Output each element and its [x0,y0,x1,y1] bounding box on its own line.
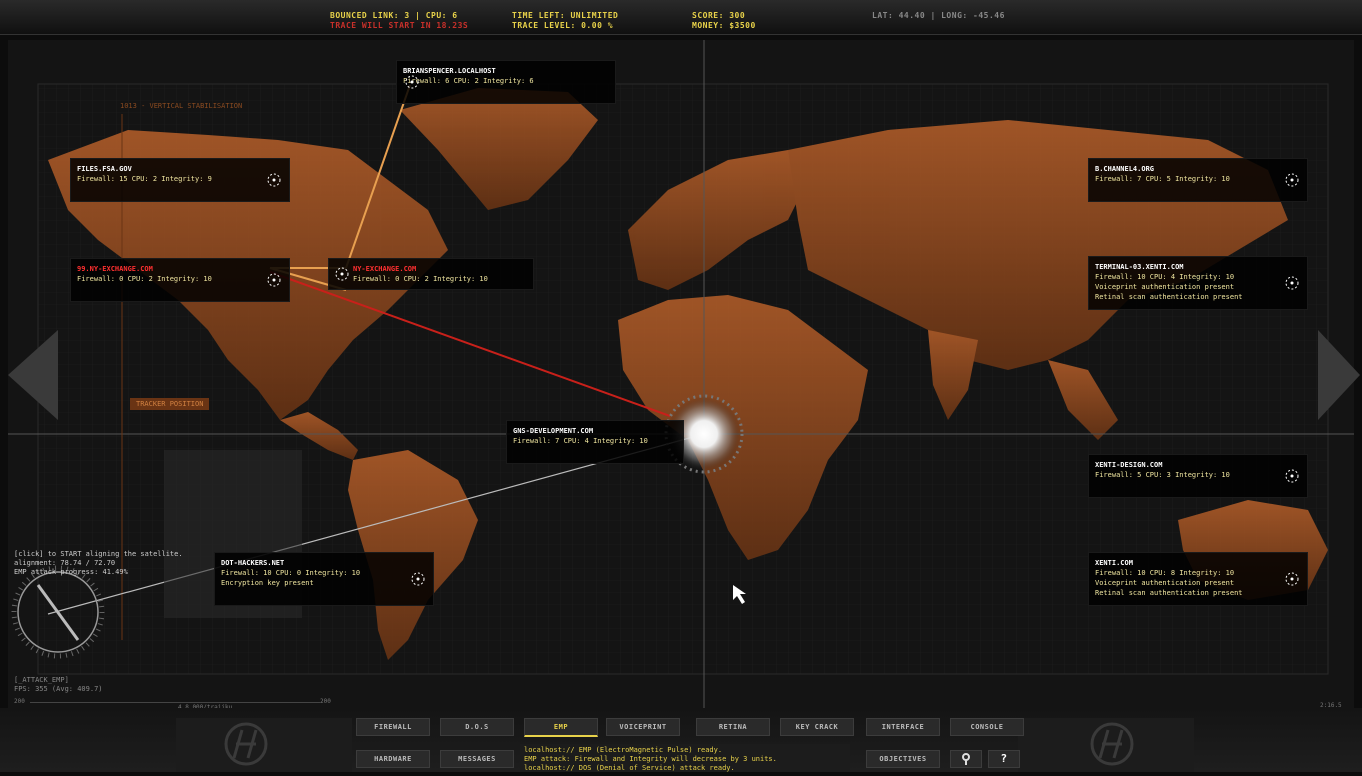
satellite-alignment: alignment: 78.74 / 72.70 [14,559,116,567]
objectives-button[interactable]: OBJECTIVES [866,750,940,768]
host-99-ny-exchange[interactable]: 99.NY-EXCHANGE.COM Firewall: 0 CPU: 2 In… [70,258,290,302]
hint-button[interactable] [950,750,982,768]
target-icon[interactable] [1283,171,1301,189]
trace-level-text: TRACE LEVEL: 0.00 % [512,21,614,30]
help-button[interactable]: ? [988,750,1020,768]
host-stats: Firewall: 7 CPU: 5 Integrity: 10 [1095,175,1230,183]
host-name: XENTI.COM [1095,559,1133,567]
debug-status: [_ATTACK_EMP] FPS: 355 (Avg: 409.7) [14,676,103,694]
coordinates-text: LAT: 44.40 | LONG: -45.46 [872,11,1005,20]
host-stats: Firewall: 6 CPU: 2 Integrity: 6 [403,77,534,85]
dos-button[interactable]: D.O.S [440,718,514,736]
satellite-instruction: [click] to START aligning the satellite. [14,550,183,558]
attack-mode: [_ATTACK_EMP] [14,676,69,684]
target-icon[interactable] [265,171,283,189]
emp-button[interactable]: EMP [524,718,598,737]
satellite-info: [click] to START aligning the satellite.… [14,550,183,577]
host-feature: Retinal scan authentication present [1095,293,1243,301]
target-icon[interactable] [265,271,283,289]
target-icon[interactable] [403,73,421,91]
key-icon [962,753,970,765]
host-stats: Firewall: 0 CPU: 2 Integrity: 10 [77,275,212,283]
host-name: 99.NY-EXCHANGE.COM [77,265,153,273]
console-log: localhost:// EMP (ElectroMagnetic Pulse)… [520,744,850,772]
scale-right: 200 [320,698,331,705]
logo-panel-right [1018,718,1194,772]
logo-panel-left [176,718,352,772]
host-files-fsa[interactable]: FILES.FSA.GOV Firewall: 15 CPU: 2 Integr… [70,158,290,202]
world-map[interactable]: 1013 - VERTICAL STABILISATION TRACKER PO… [8,40,1354,708]
map-canvas [8,40,1354,708]
target-icon[interactable] [409,570,427,588]
hardware-button[interactable]: HARDWARE [356,750,430,768]
key-crack-button[interactable]: KEY CRACK [780,718,854,736]
host-stats: Firewall: 5 CPU: 3 Integrity: 10 [1095,471,1230,479]
map-title: 1013 - VERTICAL STABILISATION [120,102,243,110]
target-icon[interactable] [1283,467,1301,485]
scale-bar [30,702,320,703]
host-stats: Firewall: 15 CPU: 2 Integrity: 9 [77,175,212,183]
host-stats: Firewall: 10 CPU: 4 Integrity: 10 [1095,273,1235,281]
host-ny-exchange[interactable]: NY-EXCHANGE.COM Firewall: 0 CPU: 2 Integ… [328,258,534,290]
host-name: TERMINAL-03.XENTI.COM [1095,263,1184,271]
host-stats: Firewall: 10 CPU: 8 Integrity: 10 [1095,569,1235,577]
host-terminal-03-xenti[interactable]: TERMINAL-03.XENTI.COM Firewall: 10 CPU: … [1088,256,1308,310]
host-name: FILES.FSA.GOV [77,165,132,173]
fps-counter: FPS: 355 (Avg: 409.7) [14,685,103,693]
money-text: MONEY: $3500 [692,21,756,30]
trace-warning-text: TRACE WILL START IN 18.23S [330,21,469,30]
host-stats: Firewall: 0 CPU: 2 Integrity: 10 [353,275,488,283]
host-brianspencer[interactable]: BRIANSPENCER.LOCALHOST Firewall: 6 CPU: … [396,60,616,104]
game-logo-icon [224,722,268,766]
top-status-bar: BOUNCED LINK: 3 | CPU: 6 TRACE WILL STAR… [0,0,1362,35]
emp-progress: EMP attack progress: 41.49% [14,568,128,576]
host-xenti-design[interactable]: XENTI-DESIGN.COM Firewall: 5 CPU: 3 Inte… [1088,454,1308,498]
host-dot-hackers[interactable]: DOT-HACKERS.NET Firewall: 10 CPU: 0 Inte… [214,552,434,606]
host-feature: Voiceprint authentication present [1095,283,1235,291]
voiceprint-button[interactable]: VOICEPRINT [606,718,680,736]
log-line: localhost:// EMP (ElectroMagnetic Pulse)… [524,746,723,754]
interface-button[interactable]: INTERFACE [866,718,940,736]
host-name: XENTI-DESIGN.COM [1095,461,1163,469]
firewall-button[interactable]: FIREWALL [356,718,430,736]
game-logo-icon [1090,722,1134,766]
host-stats: Firewall: 10 CPU: 0 Integrity: 10 [221,569,361,577]
scroll-left-arrow[interactable] [8,330,58,420]
host-name: NY-EXCHANGE.COM [353,265,417,273]
host-name: B.CHANNEL4.ORG [1095,165,1155,173]
host-name: DOT-HACKERS.NET [221,559,285,567]
retina-button[interactable]: RETINA [696,718,770,736]
host-feature: Retinal scan authentication present [1095,589,1243,597]
target-icon[interactable] [333,265,351,283]
tracker-position-label: TRACKER POSITION [130,398,210,410]
console-button[interactable]: CONSOLE [950,718,1024,736]
host-feature: Voiceprint authentication present [1095,579,1235,587]
host-b-channel4[interactable]: B.CHANNEL4.ORG Firewall: 7 CPU: 5 Integr… [1088,158,1308,202]
host-feature: Encryption key present [221,579,314,587]
target-icon[interactable] [1283,274,1301,292]
messages-button[interactable]: MESSAGES [440,750,514,768]
scale-left: 200 [14,698,25,705]
host-stats: Firewall: 7 CPU: 4 Integrity: 10 [513,437,648,445]
log-line: EMP attack: Firewall and Integrity will … [524,755,777,763]
host-name: BRIANSPENCER.LOCALHOST [403,67,496,75]
target-icon[interactable] [1283,570,1301,588]
host-xenti[interactable]: XENTI.COM Firewall: 10 CPU: 8 Integrity:… [1088,552,1308,606]
host-name: GNS-DEVELOPMENT.COM [513,427,594,435]
host-gns-development[interactable]: GNS-DEVELOPMENT.COM Firewall: 7 CPU: 4 I… [506,420,684,464]
scroll-right-arrow[interactable] [1318,330,1360,420]
